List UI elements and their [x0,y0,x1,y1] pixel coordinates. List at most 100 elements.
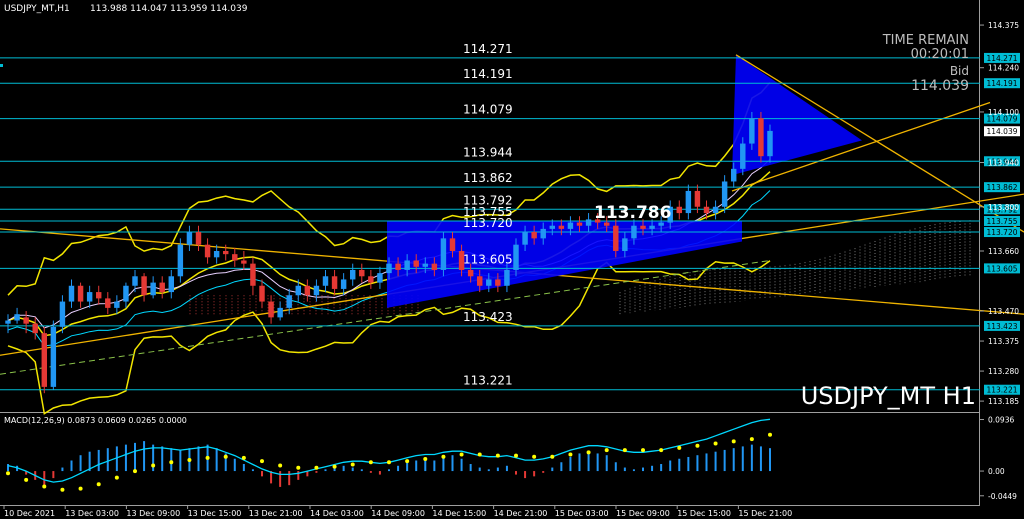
candle-body [313,285,320,296]
time-label: 10 Dec 2021 [4,509,55,518]
macd-signal-dot [459,452,464,457]
candle-body [558,225,565,229]
candle-body [32,323,38,334]
price-chart[interactable]: 114.271 114.191 114.079 113.944 113.862 113.7… [0,0,1024,519]
candle-body [504,269,510,286]
candle-body [349,269,356,280]
macd-signal-dot [641,448,645,453]
candle-body [123,285,129,302]
macd-signal-dot [6,471,10,476]
candle-body [522,232,528,245]
level-label: 114.191 [463,67,513,81]
macd-signal-dot [441,454,446,459]
candle-body [540,228,546,239]
candle-body [150,282,156,296]
time-label: 15 Dec 09:00 [616,509,670,518]
candle-body [204,244,211,258]
time-label: 14 Dec 03:00 [310,509,364,518]
candle-body [413,260,419,267]
macd-tick-label: 0.00 [988,467,1005,476]
candle-body [694,190,701,207]
candle-body [232,254,238,261]
price-tick-label: 113.185 [988,397,1019,406]
candle-body [404,260,410,270]
macd-signal-dot [514,453,518,458]
level-axis-label: 113.755 [986,217,1017,226]
macd-signal-dot [768,432,772,437]
macd-signal-dot [659,448,664,453]
candle-body [222,251,229,255]
macd-signal-dot [278,463,283,468]
macd-signal-dot [169,460,174,465]
candle-body [23,317,29,324]
candle-body [740,143,746,169]
candle-body [77,285,84,302]
candle-body [676,206,683,214]
time-label: 13 Dec 09:00 [126,509,180,518]
macd-signal-dot [24,477,29,482]
time-label: 15 Dec 03:00 [555,509,609,518]
macd-signal-dot [60,487,65,492]
candle-body [640,225,646,229]
level-axis-label: 113.221 [986,386,1017,395]
level-axis-label: 113.720 [986,228,1017,237]
level-axis-label: 113.423 [986,322,1017,331]
level-axis-label: 113.862 [986,183,1017,192]
bid-label: Bid [950,64,969,78]
macd-signal-dot [114,475,119,480]
candle-body [41,333,48,387]
level-axis-label: 114.271 [986,54,1017,63]
chart-header-symbol: USDJPY_MT,H1 [4,4,70,14]
candle-body [631,225,637,239]
level-axis-label: 114.191 [986,79,1017,88]
time-label: 13 Dec 15:00 [188,509,242,518]
price-tick-label: 113.375 [988,337,1019,346]
price-tick-label: 113.660 [988,247,1019,256]
candle-body [767,130,773,157]
candle-body [277,307,283,318]
candle-body [549,225,556,229]
time-label: 13 Dec 21:00 [249,509,303,518]
time-label: 13 Dec 03:00 [65,509,119,518]
candle-body [712,206,719,214]
candle-body [95,292,102,299]
candle-body [50,326,57,387]
candle-body [295,285,302,296]
macd-signal-dot [423,456,428,461]
macd-signal-dot [296,465,301,470]
candle-body [658,222,664,226]
candle-body [304,285,311,296]
macd-signal-dot [495,453,500,458]
candle-body [449,238,456,251]
candle-body [359,269,365,277]
candle-body [567,222,574,229]
level-label: 113.221 [463,374,513,388]
time-remain-label: TIME REMAIN [882,33,969,48]
macd-tick-label: -0.0449 [988,492,1017,501]
bid-value: 114.039 [911,78,969,94]
candle-body [14,314,20,321]
time-label: 14 Dec 09:00 [371,509,425,518]
chart-header-ohlc: 113.988 114.047 113.959 114.039 [90,4,248,14]
candle-body [649,225,655,229]
level-label: 114.271 [463,42,513,56]
price-tick-label: 113.940 [988,159,1019,168]
macd-signal-dot [78,486,83,491]
candle-body [721,181,728,207]
candle-body [703,206,710,214]
level-label: 113.423 [463,310,513,324]
candle-body [730,168,737,182]
level-label: 114.079 [463,103,513,117]
candle-body [213,251,220,258]
level-label: 113.862 [463,171,513,185]
level-label: 113.720 [463,216,513,230]
macd-signal-dot [532,454,537,459]
candle-body [268,301,274,318]
candle-body [331,276,338,289]
time-label: 15 Dec 21:00 [738,509,792,518]
candle-body [159,282,165,293]
candle-body [513,244,519,270]
candle-body [59,301,66,327]
candle-body [431,263,438,270]
candle-body [195,232,202,245]
